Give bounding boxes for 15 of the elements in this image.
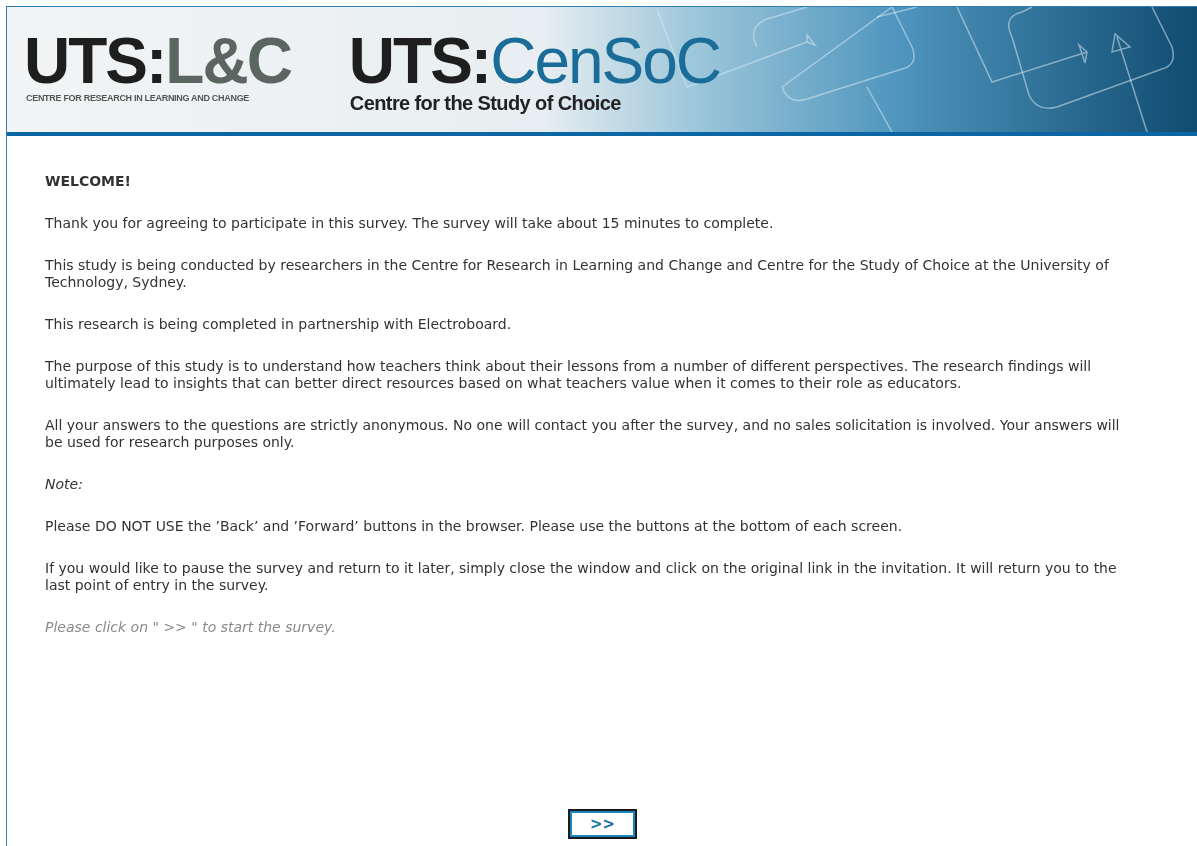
body-paragraph: If you would like to pause the survey and return to it later, simply close the window and click on the original link in the invitation. It will return you to the last point of entry in the survey. [45,560,1118,594]
body-paragraph: Please DO NOT USE the ’Back’ and ’Forward’ buttons in the browser. Please use the buttons at the bottom of each screen. [45,518,904,535]
body-paragraph: This study is being conducted by researchers in the Centre for Research in Learning and Change and Centre for the Study of Choice at the University of Technology, Sydney. [45,257,1111,291]
logo-wordmark: UTS:CenSoC [348,33,721,89]
logo-subtitle: CENTRE FOR RESEARCH IN LEARNING AND CHANGE [26,93,250,104]
start-hint: Please click on " >> " to start the survey. [45,619,337,636]
body-paragraph: The purpose of this study is to understand how teachers think about their lessons from a number of different perspectives. The research findings will ultimately lead to insights that can better direct resources based on what teachers value when it comes to their role as educators. [45,358,1093,392]
logo-subtitle: Centre for the Study of Choice [349,91,621,115]
welcome-heading: WELCOME! [45,173,132,190]
body-paragraph: This research is being completed in partnership with Electroboard. [45,316,513,333]
body-paragraph: Thank you for agreeing to participate in this survey. The survey will take about 15 minutes to complete. [45,215,775,232]
next-button[interactable]: >> [568,809,637,839]
body-paragraph: All your answers to the questions are strictly anonymous. No one will contact you after the survey, and no sales solicitation is involved. Your answers will be used for research purposes only. [45,417,1121,451]
note-label: Note: [45,476,84,493]
logo-wordmark: UTS:L&C [24,33,291,89]
